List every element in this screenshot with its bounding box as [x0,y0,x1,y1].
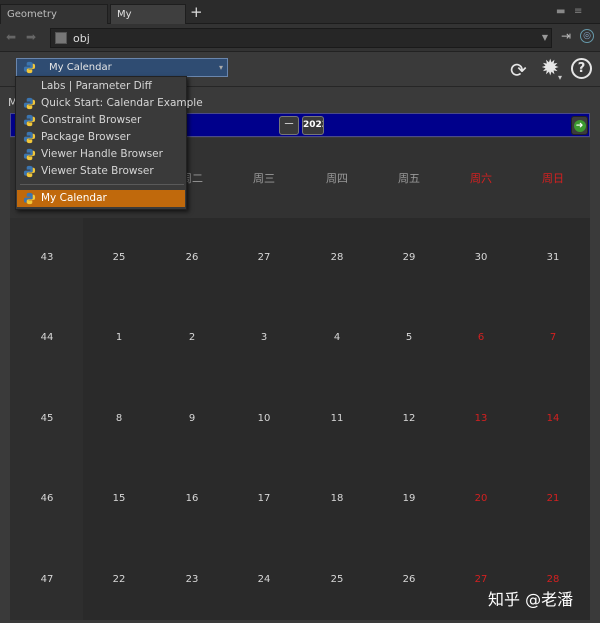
year-button[interactable]: 2023 [302,116,324,135]
chevron-down-icon: ▾ [218,63,223,72]
menu-item-label: Labs | Parameter Diff [41,80,152,92]
watermark: 知乎 @老潘 [488,590,574,609]
weekday-header-cell: 周六 [470,172,492,185]
new-tab-button[interactable]: + [190,3,203,21]
panel-selector[interactable]: My Calendar ▾ [16,58,228,77]
day-cell[interactable]: 30 [445,252,517,263]
chevron-down-icon: ▾ [558,73,563,82]
refresh-icon[interactable]: ⟳ [510,58,527,82]
menu-item-label: Constraint Browser [41,114,142,126]
weekday-header-cell: 周五 [398,172,420,185]
menu-icon[interactable]: ≡ [574,6,582,17]
day-cell[interactable]: 7 [517,332,589,343]
day-cell[interactable]: 6 [445,332,517,343]
path-bar: ⬅ ➡ obj ▼ [0,24,600,52]
menu-item-calendar-example[interactable]: Quick Start: Calendar Example [17,95,203,112]
day-cell[interactable]: 26 [373,574,445,585]
menu-item-package-browser[interactable]: Package Browser [17,129,185,146]
weekday-header-cell: 周四 [326,172,348,185]
day-cell[interactable]: 25 [83,252,155,263]
python-icon [23,61,36,74]
python-icon [23,148,36,161]
menu-item-label: My Calendar [41,192,107,204]
panel-dropdown-menu: Labs | Parameter Diff Quick Start: Calen… [15,76,203,210]
tab-my-calendar[interactable]: My Calendar× [110,4,186,40]
python-icon [23,192,36,205]
minimize-icon[interactable]: ▬ [556,6,565,17]
menu-item-label: Package Browser [41,131,131,143]
day-cell[interactable]: 31 [517,252,589,263]
day-cell[interactable]: 14 [517,413,589,424]
day-cell[interactable]: 28 [301,252,373,263]
day-cell[interactable]: 23 [156,574,228,585]
week-number: 47 [40,574,54,585]
python-icon [23,114,36,127]
menu-item-label: Quick Start: Calendar Example [41,97,203,109]
menu-item-label: Viewer Handle Browser [41,148,163,160]
day-cell[interactable]: 27 [445,574,517,585]
menu-item-viewer-state-browser[interactable]: Viewer State Browser [17,163,185,180]
day-cell[interactable]: 17 [228,493,300,504]
day-cell[interactable]: 22 [83,574,155,585]
python-icon [23,131,36,144]
menu-item-parameter-diff[interactable]: Labs | Parameter Diff [17,78,185,95]
menu-item-my-calendar[interactable]: My Calendar [17,190,185,207]
network-icon [55,32,67,44]
day-cell[interactable]: 3 [228,332,300,343]
python-icon [23,97,36,110]
day-cell[interactable]: 9 [156,413,228,424]
day-cell[interactable]: 11 [301,413,373,424]
day-cell[interactable]: 16 [156,493,228,504]
weekday-header-cell: 周日 [542,172,564,185]
gear-icon[interactable]: ✹ [541,56,559,81]
menu-item-viewer-handle-browser[interactable]: Viewer Handle Browser [17,146,185,163]
back-arrow-icon[interactable]: ⬅ [6,30,16,44]
day-cell[interactable]: 5 [373,332,445,343]
forward-arrow-icon[interactable]: ➡ [26,30,36,44]
day-cell[interactable]: 13 [445,413,517,424]
arrow-right-icon: ➜ [573,120,586,132]
day-cell[interactable]: 21 [517,493,589,504]
day-cell[interactable]: 1 [83,332,155,343]
day-cell[interactable]: 27 [228,252,300,263]
day-cell[interactable]: 28 [517,574,589,585]
week-number: 45 [40,413,54,424]
day-cell[interactable]: 24 [228,574,300,585]
day-cell[interactable]: 2 [156,332,228,343]
day-cell[interactable]: 4 [301,332,373,343]
month-button[interactable]: 一 [279,116,299,135]
day-cell[interactable]: 18 [301,493,373,504]
day-cell[interactable]: 29 [373,252,445,263]
help-icon[interactable]: ? [571,58,592,79]
tab-bar: Geometry Spreadsheet× My Calendar× + ▬ ≡ [0,0,600,40]
path-field[interactable]: obj [50,28,552,48]
day-cell[interactable]: 19 [373,493,445,504]
week-number: 43 [40,252,54,263]
python-icon [23,165,36,178]
day-cell[interactable]: 25 [301,574,373,585]
right-gutter [590,138,600,620]
calendar-grid: 周二 周三 周四 周五 周六 周日 43 25 26 27 28 29 30 3… [10,138,590,620]
panel-selector-label: My Calendar [49,62,112,73]
day-cell[interactable]: 12 [373,413,445,424]
day-cell[interactable]: 15 [83,493,155,504]
day-cell[interactable]: 8 [83,413,155,424]
week-number: 44 [40,332,54,343]
link-icon[interactable]: ◎ [580,29,594,43]
day-cell[interactable]: 26 [156,252,228,263]
week-number: 46 [40,493,54,504]
next-month-button[interactable]: ➜ [571,116,588,135]
chevron-down-icon[interactable]: ▼ [537,28,553,48]
weekday-header-cell: 周三 [253,172,275,185]
path-value: obj [73,32,90,45]
menu-separator [20,184,184,185]
day-cell[interactable]: 10 [228,413,300,424]
menu-item-constraint-browser[interactable]: Constraint Browser [17,112,185,129]
menu-item-label: Viewer State Browser [41,165,154,177]
tab-geometry-spreadsheet[interactable]: Geometry Spreadsheet× [0,4,108,40]
day-cell[interactable]: 20 [445,493,517,504]
pin-icon[interactable]: ⇥ [561,29,571,43]
